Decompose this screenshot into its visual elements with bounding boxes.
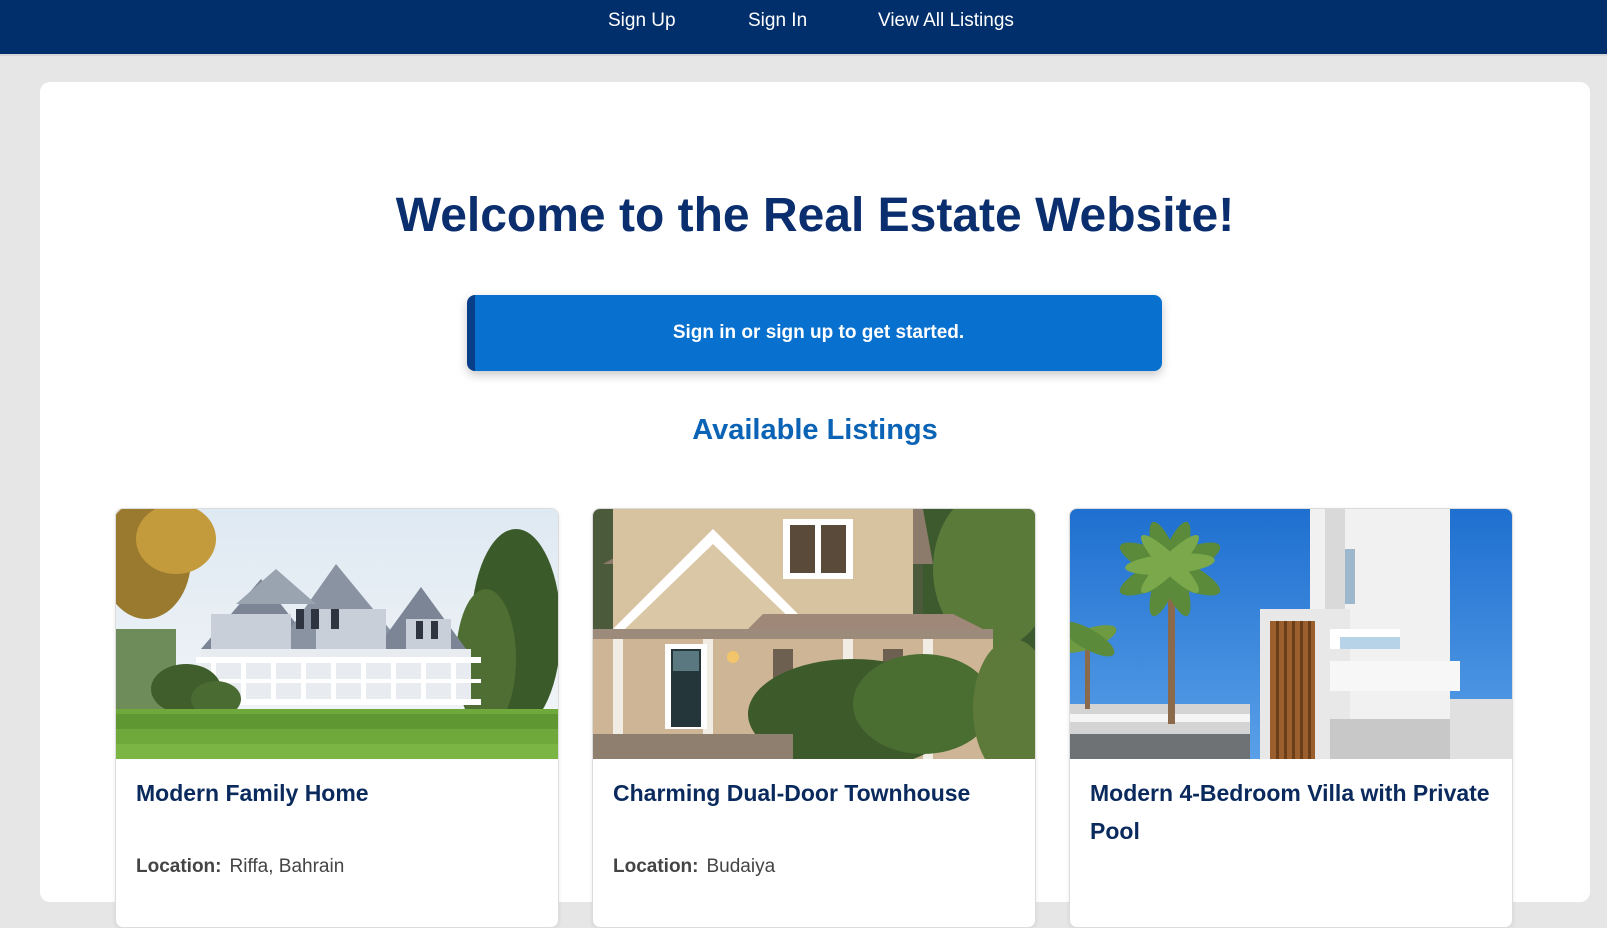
listing-card[interactable]: Charming Dual-Door Townhouse Location: Bu… (592, 508, 1036, 928)
available-listings-heading: Available Listings (692, 414, 938, 446)
listing-title: Modern 4-Bedroom Villa with Private Pool (1090, 780, 1490, 844)
listing-location: Location: Budaiya (613, 856, 775, 878)
get-started-text: Sign in or sign up to get started. (672, 322, 965, 343)
main-content-card: Welcome to the Real Estate Website! Sign… (40, 82, 1590, 928)
get-started-banner[interactable]: Sign in or sign up to get started. (467, 295, 1162, 371)
page-title: Welcome to the Real Estate Website! (395, 189, 1235, 242)
listing-photo (1070, 509, 1512, 759)
listing-title: Charming Dual-Door Townhouse (613, 780, 971, 806)
listing-photo (116, 509, 558, 759)
nav-sign-up-link[interactable]: Sign Up (608, 10, 676, 32)
nav-sign-in-link[interactable]: Sign In (748, 10, 807, 32)
top-navigation-bar: Sign Up Sign In View All Listings (0, 0, 1607, 56)
nav-view-all-listings-link[interactable]: View All Listings (878, 10, 1014, 32)
listing-card[interactable]: Modern Family Home Location: Riffa, Bahra… (115, 508, 559, 928)
listing-title: Modern Family Home (136, 780, 369, 806)
listing-card[interactable]: Modern 4-Bedroom Villa with Private Pool (1069, 508, 1513, 928)
listing-location: Location: Riffa, Bahrain (136, 856, 344, 878)
listing-photo (593, 509, 1035, 759)
